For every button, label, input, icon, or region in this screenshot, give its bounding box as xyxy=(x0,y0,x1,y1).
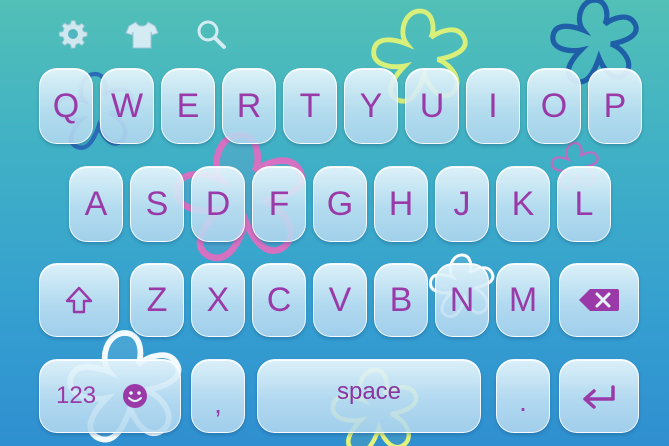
key-g[interactable]: G xyxy=(313,166,367,242)
key-z[interactable]: Z xyxy=(130,263,184,337)
key-o[interactable]: O xyxy=(527,68,581,144)
key-v[interactable]: V xyxy=(313,263,367,337)
key-d[interactable]: D xyxy=(191,166,245,242)
search-icon xyxy=(197,20,226,49)
backspace-icon xyxy=(579,289,619,311)
key-label: Z xyxy=(146,280,168,319)
key-label: Y xyxy=(359,86,383,125)
key-label: T xyxy=(299,86,321,125)
gear-icon xyxy=(58,20,88,49)
shift-icon xyxy=(65,286,93,314)
key-label: H xyxy=(388,184,414,223)
key-label: X xyxy=(206,280,230,319)
shirt-icon xyxy=(125,21,159,49)
key-label: U xyxy=(419,86,445,125)
key-label: R xyxy=(236,86,262,125)
numbers-label: 123 xyxy=(56,382,97,409)
key-k[interactable]: K xyxy=(496,166,550,242)
key-label: O xyxy=(540,86,568,125)
key-label: C xyxy=(266,280,292,319)
key-b[interactable]: B xyxy=(374,263,428,337)
key-label: . xyxy=(519,386,527,417)
numbers-emoji-key[interactable]: 123 xyxy=(39,359,181,433)
key-i[interactable]: I xyxy=(466,68,520,144)
key-n[interactable]: N xyxy=(435,263,489,337)
key-a[interactable]: A xyxy=(69,166,123,242)
backspace-key[interactable] xyxy=(559,263,639,337)
key-label: L xyxy=(574,184,594,223)
key-t[interactable]: T xyxy=(283,68,337,144)
key-label: P xyxy=(603,86,627,125)
key-q[interactable]: Q xyxy=(39,68,93,144)
key-label: E xyxy=(176,86,200,125)
key-label: , xyxy=(214,388,222,419)
key-label: W xyxy=(110,86,144,125)
key-j[interactable]: J xyxy=(435,166,489,242)
enter-icon xyxy=(583,385,615,409)
key-label: G xyxy=(326,184,354,223)
key-r[interactable]: R xyxy=(222,68,276,144)
key-label: N xyxy=(449,280,475,319)
search-button[interactable] xyxy=(193,16,229,52)
settings-button[interactable] xyxy=(55,16,91,52)
key-label: D xyxy=(205,184,231,223)
key-label: Q xyxy=(52,86,80,125)
key-c[interactable]: C xyxy=(252,263,306,337)
key-label: F xyxy=(268,184,290,223)
key-s[interactable]: S xyxy=(130,166,184,242)
key-x[interactable]: X xyxy=(191,263,245,337)
comma-key[interactable]: , xyxy=(191,359,245,433)
key-label: A xyxy=(84,184,108,223)
key-label: J xyxy=(453,184,471,223)
key-label: K xyxy=(511,184,535,223)
key-label: M xyxy=(508,280,538,319)
key-l[interactable]: L xyxy=(557,166,611,242)
key-h[interactable]: H xyxy=(374,166,428,242)
key-w[interactable]: W xyxy=(100,68,154,144)
key-label: I xyxy=(488,86,498,125)
key-f[interactable]: F xyxy=(252,166,306,242)
key-label: S xyxy=(145,184,169,223)
space-label: space xyxy=(336,378,402,405)
key-e[interactable]: E xyxy=(161,68,215,144)
key-y[interactable]: Y xyxy=(344,68,398,144)
key-m[interactable]: M xyxy=(496,263,550,337)
shift-key[interactable] xyxy=(39,263,119,337)
emoji-icon xyxy=(123,384,148,408)
space-key[interactable]: space xyxy=(257,359,481,433)
period-key[interactable]: . xyxy=(496,359,550,433)
theme-button[interactable] xyxy=(124,16,160,52)
key-u[interactable]: U xyxy=(405,68,459,144)
key-p[interactable]: P xyxy=(588,68,642,144)
enter-key[interactable] xyxy=(559,359,639,433)
key-label: V xyxy=(328,280,352,319)
key-label: B xyxy=(389,280,413,319)
